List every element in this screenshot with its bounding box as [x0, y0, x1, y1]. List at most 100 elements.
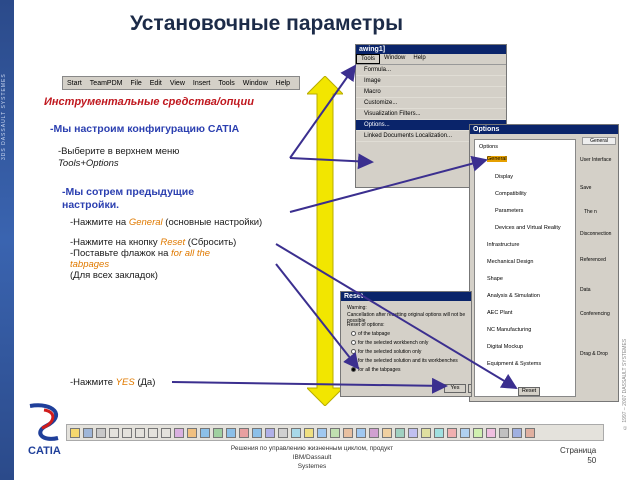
tools-menu-window[interactable]: Window — [380, 54, 409, 64]
hole-icon[interactable] — [369, 427, 379, 438]
reset-option-tabpage[interactable]: of the tabpage — [351, 331, 390, 337]
menu-item-macro[interactable]: Macro — [356, 87, 506, 98]
yes-button[interactable]: Yes — [444, 384, 466, 393]
line-icon[interactable] — [473, 427, 483, 438]
render-icon[interactable] — [291, 427, 301, 438]
chamfer-icon[interactable] — [395, 427, 405, 438]
view-icon[interactable] — [200, 427, 210, 438]
menu-view[interactable]: View — [166, 80, 189, 87]
pocket-icon[interactable] — [343, 427, 353, 438]
copy-icon[interactable] — [122, 427, 132, 438]
normal-view-icon[interactable] — [265, 427, 275, 438]
point-icon[interactable] — [460, 427, 470, 438]
tree-item-digital-mockup[interactable]: Digital Mockup — [487, 344, 523, 350]
menu-teampdm[interactable]: TeamPDM — [86, 80, 127, 87]
menu-window[interactable]: Window — [239, 80, 272, 87]
label-user-interface: User Interface — [580, 157, 612, 163]
bullet-flag-keyword: for all the — [171, 248, 211, 259]
menu-insert[interactable]: Insert — [189, 80, 215, 87]
reset-option-solution-workbenches[interactable]: for the selected solution and its workbe… — [351, 358, 458, 364]
menu-item-visualization-filters[interactable]: Visualization Filters... — [356, 109, 506, 120]
radio-icon — [351, 349, 356, 355]
measure-icon[interactable] — [304, 427, 314, 438]
bullet-erase-line2: настройки. — [62, 199, 120, 211]
label-drag-drop: Drag & Drop — [580, 351, 608, 357]
tree-item-mechanical-design[interactable]: Mechanical Design — [487, 259, 533, 265]
bullet-reset-keyword: Reset — [160, 237, 186, 248]
tools-menu-help[interactable]: Help — [409, 54, 429, 64]
axis-icon[interactable] — [447, 427, 457, 438]
tree-item-analysis[interactable]: Analysis & Simulation — [487, 293, 540, 299]
paste-icon[interactable] — [135, 427, 145, 438]
bullet-click-general: -Нажмите на General (основные настройки) — [70, 217, 262, 228]
shaft-icon[interactable] — [356, 427, 366, 438]
catia-toolbar — [66, 424, 604, 441]
tree-item-shape[interactable]: Shape — [487, 276, 503, 282]
menu-item-formula[interactable]: Formula... — [356, 65, 506, 76]
tree-item-infrastructure[interactable]: Infrastructure — [487, 242, 519, 248]
menu-help[interactable]: Help — [272, 80, 294, 87]
hide-show-icon[interactable] — [278, 427, 288, 438]
material-icon[interactable] — [486, 427, 496, 438]
footer-line1: Решения по управлению жизненным циклом, … — [230, 445, 394, 461]
tree-item-general[interactable]: General — [487, 156, 507, 162]
reset-button[interactable]: Reset — [518, 387, 540, 396]
plane-icon[interactable] — [434, 427, 444, 438]
cut-icon[interactable] — [109, 427, 119, 438]
tree-item-nc-manufacturing[interactable]: NC Manufacturing — [487, 327, 531, 333]
menu-start[interactable]: Start — [63, 80, 86, 87]
sketch-icon[interactable] — [317, 427, 327, 438]
tree-item-parameters[interactable]: Parameters — [495, 208, 523, 214]
bullet-yes-prefix: -Нажмите — [70, 377, 116, 388]
mirror-icon[interactable] — [421, 427, 431, 438]
tools-window-menubar: Tools Window Help — [356, 54, 506, 65]
tools-menu-tools[interactable]: Tools — [356, 54, 381, 64]
save-icon[interactable] — [83, 427, 93, 438]
tree-item-aec-plant[interactable]: AEC Plant — [487, 310, 512, 316]
tools-window-title: awing1] — [356, 45, 506, 54]
fit-all-icon[interactable] — [252, 427, 262, 438]
help-icon[interactable] — [174, 427, 184, 438]
formula-icon[interactable] — [187, 427, 197, 438]
menu-file[interactable]: File — [126, 80, 145, 87]
undo-icon[interactable] — [148, 427, 158, 438]
menu-tools[interactable]: Tools — [214, 80, 238, 87]
bullet-configure: -Мы настроим конфигурацию CATIA — [50, 123, 240, 135]
reset-option-workbench[interactable]: for the selected workbench only — [351, 340, 428, 346]
right-copyright-text: © 1997 – 2007 DASSAULT SYSTEMES — [622, 338, 628, 430]
pad-icon[interactable] — [330, 427, 340, 438]
page-number: 50 — [587, 456, 597, 465]
section-heading: Инструментальные средства/опции — [44, 96, 254, 108]
bullet-general-suffix: (основные настройки) — [162, 217, 263, 228]
bullet-select-menu: -Выберите в верхнем меню Tools+Options — [58, 146, 179, 170]
analysis-icon[interactable] — [525, 427, 535, 438]
bullet-select-menu-line1: -Выберите в верхнем меню — [58, 146, 180, 157]
fillet-icon[interactable] — [382, 427, 392, 438]
menu-edit[interactable]: Edit — [146, 80, 166, 87]
tree-item-display[interactable]: Display — [495, 174, 513, 180]
constraint-icon[interactable] — [512, 427, 522, 438]
tree-item-devices[interactable]: Devices and Virtual Reality — [495, 225, 561, 231]
tree-item-equipment[interactable]: Equipment & Systems — [487, 361, 541, 367]
options-tree: Options General Display Compatibility Pa… — [474, 139, 576, 397]
tree-item-options[interactable]: Options — [479, 144, 498, 150]
update-icon[interactable] — [499, 427, 509, 438]
reset-options-label: Reset of options: — [347, 322, 385, 328]
reset-option-all-tabpages[interactable]: for all the tabpages — [351, 367, 401, 373]
reset-dialog: Reset Warning: Cancellation after resett… — [340, 291, 472, 397]
menu-item-image[interactable]: Image — [356, 76, 506, 87]
bullet-click-reset: -Нажмите на кнопку Reset (Сбросить) -Пос… — [70, 237, 236, 281]
yellow-double-arrow — [307, 76, 343, 406]
rotate-icon[interactable] — [226, 427, 236, 438]
print-icon[interactable] — [96, 427, 106, 438]
pattern-icon[interactable] — [408, 427, 418, 438]
menu-item-customize[interactable]: Customize... — [356, 98, 506, 109]
pan-icon[interactable] — [213, 427, 223, 438]
tree-item-compatibility[interactable]: Compatibility — [495, 191, 526, 197]
redo-icon[interactable] — [161, 427, 171, 438]
reset-option-solution[interactable]: for the selected solution only — [351, 349, 421, 355]
no-button[interactable]: No — [468, 384, 471, 393]
bullet-flag-prefix: -Поставьте флажок на — [70, 248, 172, 259]
zoom-icon[interactable] — [239, 427, 249, 438]
radio-selected-icon — [351, 367, 356, 373]
